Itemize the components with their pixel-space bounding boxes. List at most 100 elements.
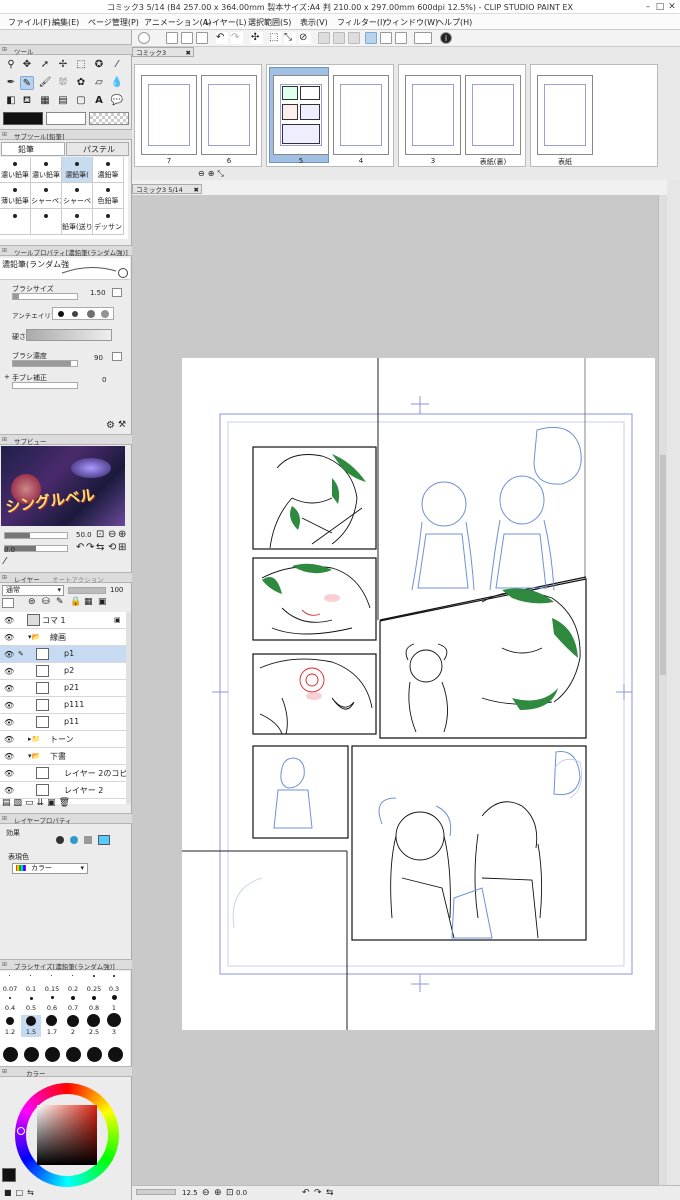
size-label[interactable]: 0.8 [84, 1004, 104, 1012]
sub-view-zoom-slider[interactable] [4, 532, 68, 539]
menu-page[interactable]: ページ管理(P) [88, 17, 139, 28]
save-icon[interactable] [196, 32, 208, 44]
layer-row[interactable]: 👁 レイヤー 2 [0, 782, 126, 799]
status-scrollbar[interactable] [136, 1189, 176, 1195]
mask-add-icon[interactable]: ▣ [47, 798, 59, 808]
brush-item[interactable]: 鉛筆(送り [62, 209, 93, 235]
menu-animation[interactable]: アニメーション(A) [144, 17, 211, 28]
page-thumbnail[interactable] [333, 75, 389, 155]
brush-size-dropdown[interactable] [112, 288, 122, 297]
layer-row[interactable]: 👁 p11 [0, 714, 126, 731]
rotate-left-icon[interactable]: ↶ [302, 1188, 310, 1198]
lock-icon[interactable]: 🔒 [70, 597, 81, 607]
zoom-tool-icon[interactable]: ⚲ [4, 58, 18, 72]
main-color-swatch[interactable] [3, 112, 43, 125]
gradient-tool-icon[interactable]: ▦ [38, 94, 52, 108]
page-thumbnail[interactable] [465, 75, 521, 155]
snap-grid-icon[interactable] [395, 32, 407, 44]
menu-help[interactable]: ヘルプ(H) [436, 17, 472, 28]
menu-window[interactable]: ウィンドウ(W) [384, 17, 438, 28]
menu-filter[interactable]: フィルター(I) [337, 17, 385, 28]
page-thumbnail[interactable] [537, 75, 593, 155]
transparent-color-swatch[interactable] [89, 112, 129, 125]
size-label[interactable]: 0.3 [104, 985, 124, 993]
brush-size-slider[interactable] [12, 293, 78, 300]
size-label[interactable]: 0.15 [42, 985, 62, 993]
sub-view-thumbnail[interactable]: シングルベル [1, 446, 125, 526]
minimize-button[interactable]: – [642, 1, 654, 13]
manga-page[interactable] [182, 358, 655, 1030]
zoom-out-icon[interactable]: ⊖ [108, 529, 116, 540]
brush-item[interactable]: シャーペン [31, 183, 62, 209]
eye-icon[interactable]: 👁 [4, 684, 14, 693]
sub-color-icon[interactable]: □ [16, 1188, 28, 1197]
ruler-icon[interactable] [318, 32, 330, 44]
operation-tool-icon[interactable]: ➚ [38, 58, 52, 72]
size-label[interactable]: 0.6 [42, 1004, 62, 1012]
draft-icon[interactable]: ✎ [56, 597, 64, 607]
eye-icon[interactable]: 👁 [4, 616, 14, 625]
brush-item[interactable]: シャーペ [62, 183, 93, 209]
size-label[interactable]: 1.5 [21, 1028, 41, 1036]
merge-icon[interactable]: ⇊ [37, 798, 48, 808]
bucket-tool-icon[interactable]: ⛾ [20, 94, 34, 108]
eye-icon[interactable]: 👁 [4, 633, 14, 642]
brush-item[interactable] [0, 209, 31, 235]
size-label[interactable]: 0.07 [0, 985, 20, 993]
grid-icon[interactable] [348, 32, 360, 44]
density-value[interactable]: 90 [94, 354, 103, 362]
eye-icon[interactable]: 👁 [4, 786, 14, 795]
zoom-out-icon[interactable]: ⊖ [202, 1188, 210, 1198]
expand-icon[interactable]: + [4, 373, 10, 381]
zoom-out-icon[interactable]: ⊖ [198, 169, 208, 178]
eyedropper-tool-icon[interactable]: ⁄ [110, 58, 124, 72]
effect-border-icon[interactable] [56, 836, 64, 844]
auto-select-tool-icon[interactable]: ✪ [92, 58, 106, 72]
density-dropdown[interactable] [112, 352, 122, 361]
brush-size-value[interactable]: 1.50 [90, 289, 106, 297]
pen-tool-icon[interactable]: ✒ [4, 76, 18, 90]
new-icon[interactable] [166, 32, 178, 44]
brush-tool-icon[interactable]: 🖌 [38, 76, 52, 90]
flip-icon[interactable]: ⇆ [96, 542, 104, 553]
close-icon[interactable]: ✖ [186, 48, 191, 58]
brush-item[interactable] [31, 209, 62, 235]
text-tool-icon[interactable]: A [92, 94, 106, 108]
angle-value[interactable]: 0.0 [236, 1189, 247, 1197]
info-icon[interactable]: i [440, 32, 452, 44]
brush-item[interactable]: 薄い鉛筆 [0, 183, 31, 209]
density-slider[interactable] [12, 360, 78, 367]
layer-row[interactable]: 👁 ▸📁 トーン [0, 731, 126, 748]
page-thumbnail[interactable] [273, 75, 329, 155]
expression-color-select[interactable]: カラー ▾ [12, 863, 88, 874]
flip-icon[interactable]: ⇆ [326, 1188, 334, 1198]
size-label[interactable]: 1 [104, 1004, 124, 1012]
move-layer-tool-icon[interactable]: ✢ [56, 58, 70, 72]
size-label[interactable]: 0.1 [21, 985, 41, 993]
redo-icon[interactable]: ↷ [231, 32, 243, 44]
eye-icon[interactable]: 👁 [4, 752, 14, 761]
stabilize-slider[interactable] [12, 382, 78, 389]
tab-pastel[interactable]: パステル [66, 142, 129, 156]
layer-row[interactable]: 👁 ✎ p1 [0, 646, 126, 663]
size-label[interactable]: 1.2 [0, 1028, 20, 1036]
crop-frame-icon[interactable] [414, 32, 432, 44]
clip-icon[interactable]: ⊜ [28, 597, 36, 607]
search-icon[interactable] [118, 268, 128, 278]
rotate-left-icon[interactable]: ↶ [76, 542, 84, 553]
mask-icon[interactable]: ▣ [98, 597, 107, 607]
blend-mode-select[interactable]: 通常 ▾ [2, 585, 64, 596]
new-layer-icon[interactable]: ▤ [2, 798, 14, 808]
menu-selection[interactable]: 選択範囲(S) [248, 17, 291, 28]
sub-color-swatch[interactable] [46, 112, 86, 125]
eye-icon[interactable]: 👁 [4, 667, 14, 676]
size-label[interactable]: 0.5 [21, 1004, 41, 1012]
layer-row[interactable]: 👁 コマ 1 ▣ [0, 612, 126, 629]
select-all-icon[interactable]: ⬚ [269, 32, 281, 44]
frame-tool-icon[interactable]: ▢ [74, 94, 88, 108]
new-folder-icon[interactable]: ▭ [25, 798, 37, 808]
eye-icon[interactable]: 👁 [4, 735, 14, 744]
effect-screentone-icon[interactable] [84, 836, 92, 844]
eyedropper-icon[interactable]: ⁄ [4, 556, 6, 567]
size-label[interactable]: 0.4 [0, 1004, 20, 1012]
